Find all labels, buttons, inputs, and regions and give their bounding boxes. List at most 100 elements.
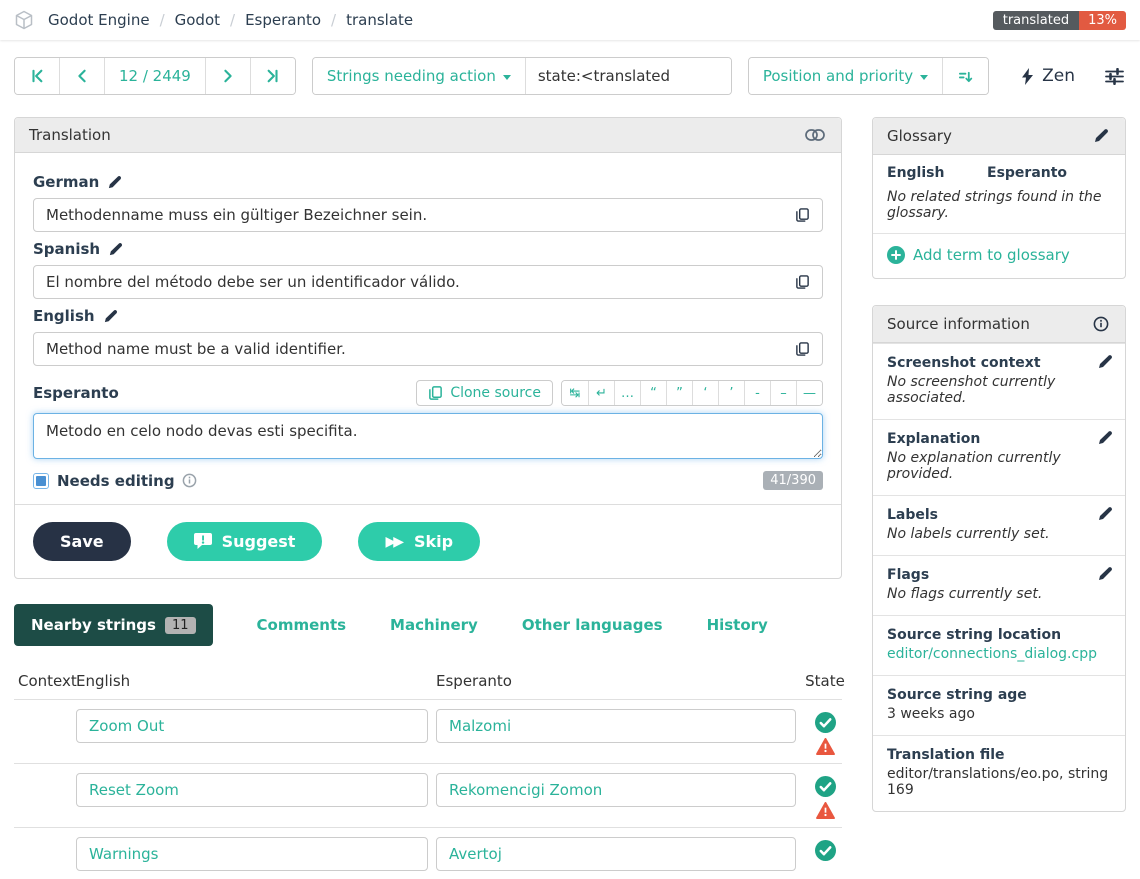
breadcrumb-component[interactable]: Godot (175, 11, 220, 29)
needs-editing-checkbox[interactable] (33, 473, 49, 489)
insert-left-single-quote-button[interactable]: ‘ (692, 381, 718, 405)
breadcrumb-language[interactable]: Esperanto (245, 11, 321, 29)
breadcrumb-project[interactable]: Godot Engine (48, 11, 150, 29)
insert-right-double-quote-button[interactable]: ” (666, 381, 692, 405)
copy-source-button[interactable] (787, 341, 810, 357)
target-language-row: Esperanto Clone source ↹ ↵ … “ ” ‘ (33, 380, 823, 406)
section-value: No labels currently set. (887, 526, 1111, 542)
state-cell (808, 837, 842, 861)
section-value: editor/translations/eo.po, string 169 (887, 766, 1111, 798)
source-file-link[interactable]: editor/connections_dialog.cpp (887, 646, 1097, 662)
add-term-button[interactable]: Add term to glossary (887, 246, 1070, 264)
project-cube-icon (14, 10, 34, 30)
edit-labels-button[interactable] (1097, 506, 1113, 522)
insert-em-dash-button[interactable]: — (796, 381, 822, 405)
translation-editor-textarea[interactable]: Metodo en celo nodo devas esti specifita… (33, 413, 823, 459)
tab-history[interactable]: History (707, 616, 768, 634)
breadcrumb-separator: / (331, 11, 336, 29)
copy-translation-button[interactable] (787, 207, 810, 223)
string-link[interactable]: Malzomi (449, 717, 511, 735)
language-name: German (33, 173, 99, 191)
insert-tab-button[interactable]: ↹ (562, 381, 588, 405)
insert-right-single-quote-button[interactable]: ’ (718, 381, 744, 405)
secondary-translation-box: El nombre del método debe ser un identif… (33, 265, 823, 299)
source-information-panel: Source information Screenshot context No… (872, 305, 1126, 812)
insert-left-double-quote-button[interactable]: “ (640, 381, 666, 405)
target-language-name: Esperanto (33, 384, 119, 402)
chevron-down-icon (503, 75, 511, 80)
detail-tabs: Nearby strings 11 Comments Machinery Oth… (14, 604, 842, 646)
edit-glossary-button[interactable] (1091, 126, 1111, 146)
section-label: Translation file (887, 747, 1111, 763)
english-cell: Reset Zoom (76, 773, 428, 807)
flags-section: Flags No flags currently set. (873, 555, 1125, 615)
editor-tools: Clone source ↹ ↵ … “ ” ‘ ’ - – — (416, 380, 823, 406)
copy-translation-button[interactable] (787, 274, 810, 290)
insert-ellipsis-button[interactable]: … (614, 381, 640, 405)
insert-en-dash-button[interactable]: – (770, 381, 796, 405)
zen-mode-button[interactable]: Zen (1021, 66, 1075, 86)
breadcrumb-separator: / (230, 11, 235, 29)
editor-settings-button[interactable] (1103, 66, 1126, 87)
search-group: Strings needing action (312, 57, 732, 95)
filter-dropdown-button[interactable]: Strings needing action (313, 58, 525, 94)
breadcrumb: Godot Engine / Godot / Esperanto / trans… (14, 10, 413, 30)
edit-language-button[interactable] (107, 175, 122, 190)
section-value: 3 weeks ago (887, 706, 1111, 722)
glossary-header: Glossary (873, 118, 1125, 155)
save-button[interactable]: Save (33, 522, 131, 561)
suggest-label: Suggest (222, 532, 296, 551)
suggest-button[interactable]: Suggest (167, 522, 323, 561)
edit-language-button[interactable] (108, 242, 123, 257)
toolbar-right: Zen (1021, 66, 1126, 87)
permalink-button[interactable] (803, 127, 827, 143)
tab-other-languages[interactable]: Other languages (522, 616, 663, 634)
tab-label: Nearby strings (31, 616, 156, 634)
right-sidebar: Glossary English Esperanto No related st… (872, 117, 1126, 812)
skip-label: Skip (414, 532, 453, 551)
copy-icon (795, 274, 810, 290)
copy-icon (795, 207, 810, 223)
screenshot-context-section: Screenshot context No screenshot current… (873, 343, 1125, 419)
insert-hyphen-button[interactable]: - (744, 381, 770, 405)
section-label: Flags (887, 567, 1111, 583)
first-string-button[interactable] (15, 58, 59, 94)
character-counter: 41/390 (763, 471, 823, 490)
breadcrumb-separator: / (160, 11, 165, 29)
edit-screenshot-button[interactable] (1097, 354, 1113, 370)
string-link[interactable]: Zoom Out (89, 717, 164, 735)
section-label: Explanation (887, 431, 1111, 447)
next-string-button[interactable] (205, 58, 250, 94)
toolbar: 12 / 2449 Strings needing action Positio… (0, 40, 1140, 117)
string-link[interactable]: Avertoj (449, 845, 502, 863)
zen-label: Zen (1042, 66, 1075, 86)
source-string-box: Method name must be a valid identifier. (33, 332, 823, 366)
clone-source-button[interactable]: Clone source (416, 380, 553, 406)
insert-newline-button[interactable]: ↵ (588, 381, 614, 405)
string-link[interactable]: Reset Zoom (89, 781, 179, 799)
string-link[interactable]: Warnings (89, 845, 159, 863)
pencil-icon (1097, 506, 1113, 522)
section-label: Labels (887, 507, 1111, 523)
tab-nearby-strings[interactable]: Nearby strings 11 (14, 604, 213, 646)
sort-label: Position and priority (763, 67, 913, 85)
sort-direction-button[interactable] (942, 58, 988, 94)
last-string-button[interactable] (250, 58, 295, 94)
skip-button[interactable]: ▶▶ Skip (358, 522, 480, 561)
labels-section: Labels No labels currently set. (873, 495, 1125, 555)
table-row: Reset Zoom Rekomencigi Zomon (14, 763, 842, 827)
tab-machinery[interactable]: Machinery (390, 616, 478, 634)
edit-language-button[interactable] (103, 309, 118, 324)
warning-triangle-icon (816, 802, 835, 819)
breadcrumb-page[interactable]: translate (346, 11, 413, 29)
previous-string-button[interactable] (59, 58, 104, 94)
language-label-row: English (33, 307, 823, 325)
sort-dropdown-button[interactable]: Position and priority (749, 58, 942, 94)
edit-flags-button[interactable] (1097, 566, 1113, 582)
string-link[interactable]: Rekomencigi Zomon (449, 781, 602, 799)
edit-explanation-button[interactable] (1097, 430, 1113, 446)
clone-icon (428, 385, 443, 401)
search-input[interactable] (525, 58, 731, 94)
translation-panel-title: Translation (29, 126, 111, 144)
tab-comments[interactable]: Comments (257, 616, 347, 634)
